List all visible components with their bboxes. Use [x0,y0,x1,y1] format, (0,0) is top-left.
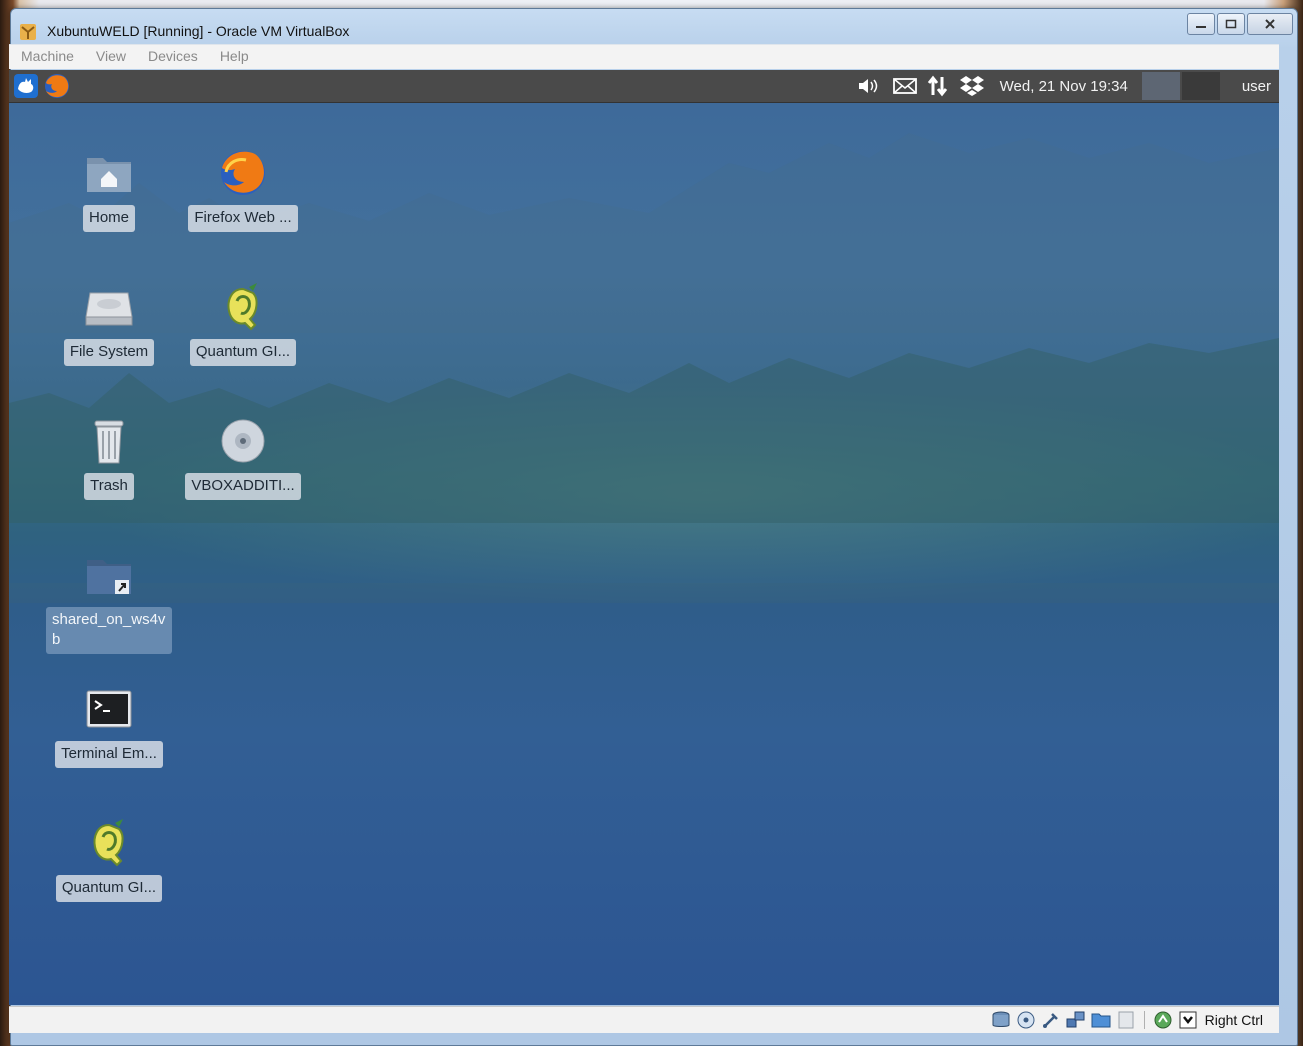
display-icon[interactable] [1116,1010,1136,1030]
close-button[interactable] [1247,13,1293,35]
desktop-icon-vboxadditions[interactable]: VBOXADDITI... [173,413,313,500]
maximize-button[interactable] [1217,13,1245,35]
volume-icon[interactable] [857,77,883,95]
status-separator [1143,1011,1145,1029]
desktop-background[interactable]: Home File System Trash shared_on_ws4vb T… [9,103,1279,1005]
desktop-icon-label: Home [82,205,135,232]
vm-menubar: Machine View Devices Help [9,44,1279,69]
desktop-icon-home[interactable]: Home [39,145,179,232]
minimize-icon [1196,26,1206,28]
usb-icon[interactable] [1041,1010,1061,1030]
desktop-icon-label: Quantum GI... [55,875,163,902]
title-bar[interactable]: XubuntuWELD [Running] - Oracle VM Virtua… [11,9,1297,49]
desktop-icon-trash[interactable]: Trash [39,413,179,500]
desktop-icon-label: VBOXADDITI... [185,473,301,500]
network-icon[interactable] [927,75,949,97]
close-icon [1265,19,1275,29]
menu-view[interactable]: View [84,45,136,64]
workspace-1[interactable] [1141,72,1180,100]
hard-drive-icon [85,292,133,326]
qgis-icon [93,819,124,867]
optical-drive-icon[interactable] [1016,1010,1036,1030]
capture-icon[interactable] [1153,1010,1173,1030]
desktop-icon-label: Trash [84,473,134,500]
desktop-icon-label: Terminal Em... [55,741,163,768]
qgis-icon [227,283,258,331]
desktop-icon-label: Firefox Web ... [188,205,298,232]
desktop-icon-qgis-2[interactable]: Quantum GI... [39,815,179,902]
firefox-icon[interactable] [43,73,71,99]
minimize-button[interactable] [1187,13,1215,35]
trash-icon [94,420,124,464]
xfce-menu-icon[interactable] [13,73,39,99]
hard-disk-icon[interactable] [991,1010,1011,1030]
host-key-label: Right Ctrl [1204,1012,1263,1028]
home-folder-icon [87,158,131,192]
menu-devices[interactable]: Devices [136,45,208,64]
virtualbox-app-icon [20,24,36,40]
cdrom-icon [221,419,265,463]
desktop-icon-shared-folder[interactable]: shared_on_ws4vb [39,547,179,654]
mouse-integration-icon[interactable] [1178,1010,1198,1030]
clock[interactable]: Wed, 21 Nov 19:34 [1000,78,1128,95]
guest-screen[interactable]: Wed, 21 Nov 19:34 user Home File System … [9,70,1279,1005]
desktop-icon-qgis-1[interactable]: Quantum GI... [173,279,313,366]
desktop-icon-firefox[interactable]: Firefox Web ... [173,145,313,232]
user-menu[interactable]: user [1242,78,1271,95]
menu-help[interactable]: Help [208,45,259,64]
desktop-icon-label: Quantum GI... [189,339,297,366]
terminal-icon [86,690,132,728]
folder-link-icon [87,560,131,594]
shared-folders-icon[interactable] [1091,1010,1111,1030]
workspace-2[interactable] [1181,72,1220,100]
dropbox-icon[interactable] [959,75,985,97]
xfce-top-panel: Wed, 21 Nov 19:34 user [9,70,1279,103]
vm-status-bar: Right Ctrl [9,1006,1279,1033]
desktop-icon-terminal[interactable]: Terminal Em... [39,681,179,768]
network-adapters-icon[interactable] [1066,1010,1086,1030]
firefox-icon [221,151,265,195]
maximize-icon [1225,19,1237,29]
desktop-icon-file-system[interactable]: File System [39,279,179,366]
window-title: XubuntuWELD [Running] - Oracle VM Virtua… [47,23,350,39]
desktop-icon-label: shared_on_ws4vb [46,607,172,654]
menu-machine[interactable]: Machine [9,45,84,64]
desktop-icon-label: File System [63,339,155,366]
mail-icon[interactable] [892,77,917,95]
